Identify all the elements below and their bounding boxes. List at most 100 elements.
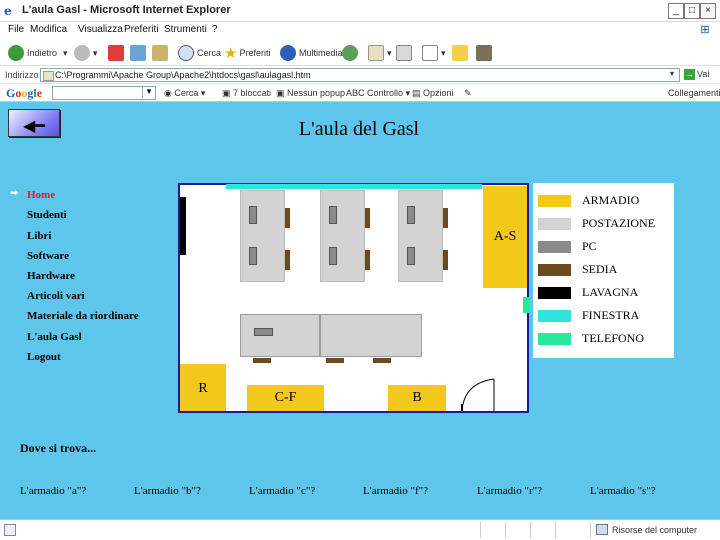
legend-swatch (538, 333, 571, 345)
status-bar: Risorse del computer (0, 519, 720, 540)
mail-icon (368, 45, 384, 61)
menu-modifica[interactable]: Modifica (30, 24, 67, 35)
menu-bar: File Modifica Visualizza Preferiti Strum… (0, 22, 720, 38)
chair (253, 358, 271, 363)
question-link-c[interactable]: L'armadio "c"? (249, 485, 315, 497)
door-icon (461, 378, 495, 412)
menu-help[interactable]: ? (212, 24, 218, 35)
page-content: ◀━ L'aula del Gasl ➡ Home Studenti Libri… (0, 102, 720, 519)
forward-button[interactable]: ▾ (74, 43, 98, 63)
favorites-button[interactable]: ★ Preferiti (224, 43, 270, 63)
spellcheck-button[interactable]: ABC Controllo ▾ (346, 88, 410, 99)
back-button[interactable]: Indietro ▾ (8, 43, 68, 63)
status-divider (505, 522, 506, 538)
legend-swatch (538, 264, 571, 276)
legend-swatch (538, 241, 571, 253)
chair (373, 358, 391, 363)
menu-preferiti[interactable]: Preferiti (124, 24, 158, 35)
address-input[interactable]: C:\Programmi\Apache Group\Apache2\htdocs… (40, 68, 680, 82)
search-icon (178, 45, 194, 61)
workstation (320, 190, 365, 282)
pc (249, 247, 257, 265)
messenger-icon (476, 45, 492, 61)
mail-button[interactable]: ▾ (368, 43, 392, 63)
home-button[interactable] (152, 43, 171, 63)
legend-swatch (538, 287, 571, 299)
word-icon (422, 45, 438, 61)
spellcheck-icon: ABC (346, 88, 368, 98)
chair (365, 250, 370, 270)
print-button[interactable] (396, 43, 415, 63)
address-bar: Indirizzo C:\Programmi\Apache Group\Apac… (0, 66, 720, 84)
options-button[interactable]: ▤ Opzioni (412, 88, 454, 99)
title-bar: e L'aula Gasl - Microsoft Internet Explo… (0, 0, 720, 22)
armadio-b-label: B (412, 390, 422, 405)
legend: ARMADIO POSTAZIONE PC SEDIA LAVAGNA FINE… (533, 183, 674, 358)
question-link-a[interactable]: L'armadio "a"? (20, 485, 86, 497)
windows-flag-icon: ⊞ (694, 23, 716, 38)
status-divider (555, 522, 556, 538)
multimedia-button[interactable]: Multimedia (280, 43, 343, 63)
workstation (240, 314, 320, 357)
blocker-icon: ▣ (222, 88, 234, 98)
status-divider (530, 522, 531, 538)
address-label: Indirizzo (5, 70, 39, 80)
question-link-s[interactable]: L'armadio "s"? (590, 485, 656, 497)
menu-file[interactable]: File (8, 24, 24, 35)
pencil-icon[interactable]: ✎ (464, 88, 472, 99)
links-label[interactable]: Collegamenti (668, 88, 720, 98)
chevron-down-icon: ▾ (441, 47, 446, 58)
question-link-r[interactable]: L'armadio "r"? (477, 485, 542, 497)
window-title: L'aula Gasl - Microsoft Internet Explore… (22, 4, 231, 16)
multimedia-icon (280, 45, 296, 61)
window-strip (226, 184, 482, 189)
workstation (398, 190, 443, 282)
search-button[interactable]: Cerca (178, 43, 221, 63)
menu-strumenti[interactable]: Strumenti (164, 24, 207, 35)
google-search-button[interactable]: ◉ Cerca ▾ (164, 88, 205, 99)
chair (443, 250, 448, 270)
question-link-f[interactable]: L'armadio "f"? (363, 485, 428, 497)
refresh-icon (130, 45, 146, 61)
stop-icon (108, 45, 124, 61)
minimize-button[interactable]: _ (668, 3, 684, 19)
folder-icon (452, 45, 468, 61)
close-button[interactable]: × (700, 3, 716, 19)
edit-button[interactable]: ▾ (422, 43, 446, 63)
messenger-button[interactable] (476, 43, 495, 63)
menu-visualizza[interactable]: Visualizza (78, 24, 123, 35)
pc (254, 328, 273, 336)
go-button[interactable]: → Vai (684, 69, 709, 80)
chevron-down-icon: ▾ (63, 47, 68, 58)
popup-blocker-button[interactable]: ▣ 7 bloccati (222, 88, 271, 99)
armadio-r-label: R (198, 381, 208, 396)
google-search-input[interactable] (52, 86, 156, 100)
options-icon: ▤ (412, 88, 424, 98)
google-toolbar: Google ◉ Cerca ▾ ▣ 7 bloccati ▣ Nessun p… (0, 84, 720, 102)
google-logo[interactable]: Google (6, 86, 42, 101)
back-icon (8, 45, 24, 61)
chair (443, 208, 448, 228)
page-status-icon (4, 524, 16, 536)
page-title: L'aula del Gasl (298, 118, 420, 140)
status-divider (480, 522, 481, 538)
toolbar: Indietro ▾ ▾ Cerca ★ Preferiti Multimedi… (0, 38, 720, 66)
legend-swatch (538, 310, 571, 322)
stop-button[interactable] (108, 43, 127, 63)
maximize-button[interactable]: □ (684, 3, 700, 19)
pc (407, 206, 415, 224)
refresh-button[interactable] (130, 43, 149, 63)
floor-plan: A-S R C-F B (178, 183, 529, 413)
pc (407, 247, 415, 265)
workstation (240, 190, 285, 282)
blackboard (180, 197, 186, 255)
discuss-button[interactable] (452, 43, 471, 63)
chevron-down-icon[interactable]: ▾ (666, 69, 678, 81)
question-link-b[interactable]: L'armadio "b"? (134, 485, 201, 497)
history-button[interactable] (342, 43, 361, 63)
forward-icon (74, 45, 90, 61)
chair (365, 208, 370, 228)
popup-counter[interactable]: ▣ Nessun popup (276, 88, 345, 99)
pc (249, 206, 257, 224)
ie-logo-icon: e (4, 4, 12, 18)
